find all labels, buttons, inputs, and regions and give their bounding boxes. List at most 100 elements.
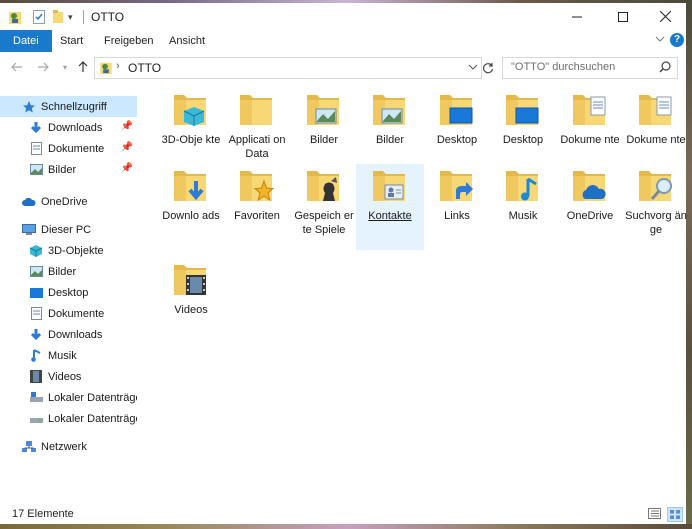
search-placeholder: "OTTO" durchsuchen (511, 61, 616, 73)
item-count: 17 Elemente (12, 508, 74, 520)
up-button[interactable] (74, 58, 92, 76)
expand-ribbon-chevron-icon[interactable] (655, 34, 665, 46)
folder-item[interactable]: OneDrive (557, 165, 623, 249)
sidebar-item-local-disk-1[interactable]: Lokaler Datenträger (0, 387, 137, 408)
sidebar-item-desktop[interactable]: Desktop (0, 282, 137, 303)
documents-folder-icon (573, 95, 606, 125)
close-button[interactable] (642, 3, 688, 30)
sidebar-label: Dieser PC (41, 223, 92, 236)
folder-item[interactable]: Applicati on Data (224, 89, 290, 173)
folder-label: Favoriten (234, 210, 280, 222)
desktop-background-bottom (0, 524, 692, 529)
folder-item[interactable]: Links (424, 165, 490, 249)
folder-item[interactable]: Videos (158, 259, 224, 343)
folder-item[interactable]: Desktop (424, 89, 490, 173)
sidebar-item-music[interactable]: Musik (0, 345, 137, 366)
breadcrumb-current[interactable]: OTTO (128, 61, 161, 75)
folder-label: Applicati on Data (228, 134, 286, 160)
search-input[interactable]: "OTTO" durchsuchen (502, 57, 678, 79)
user-folder-icon (99, 60, 113, 78)
contacts-folder-icon (373, 171, 405, 201)
minimize-icon (572, 16, 582, 17)
sidebar-item-pictures-quick[interactable]: Bilder 📌 (0, 159, 137, 180)
folder-item[interactable]: 3D-Obje kte (158, 89, 224, 173)
refresh-button[interactable] (482, 62, 494, 77)
pin-icon[interactable]: 📌 (121, 163, 133, 174)
sidebar-item-local-disk-2[interactable]: Lokaler Datenträger (0, 408, 137, 429)
title-divider (83, 10, 84, 24)
favorites-folder-icon (240, 171, 274, 202)
customize-quick-access-chevron-icon[interactable]: ▾ (68, 9, 73, 25)
folder-item[interactable]: Musik (490, 165, 556, 249)
sidebar-item-this-pc[interactable]: Dieser PC (0, 219, 137, 240)
folder-label: Downlo ads (162, 210, 220, 222)
pin-icon[interactable]: 📌 (121, 121, 133, 132)
sidebar-item-network[interactable]: Netzwerk (0, 436, 137, 457)
folder-label: Suchvorg änge (625, 210, 687, 236)
sidebar-item-downloads[interactable]: Downloads (0, 324, 137, 345)
folder-label: Kontakte (368, 210, 412, 222)
sidebar-item-onedrive[interactable]: OneDrive (0, 191, 137, 212)
sidebar-item-downloads-quick[interactable]: Downloads 📌 (0, 117, 137, 138)
address-bar[interactable]: › OTTO (94, 57, 482, 79)
searches-folder-icon (639, 171, 672, 201)
folder-item[interactable]: Desktop (490, 89, 556, 173)
new-folder-icon[interactable] (53, 9, 65, 25)
tab-freigeben[interactable]: Freigeben (92, 30, 166, 52)
address-dropdown-chevron-icon[interactable] (468, 62, 478, 74)
film-icon (29, 370, 43, 384)
desktop-folder-icon (440, 95, 473, 125)
tab-datei[interactable]: Datei (0, 30, 52, 52)
music-note-icon (29, 349, 43, 363)
saved-games-folder-icon (307, 171, 339, 201)
tab-ansicht[interactable]: Ansicht (157, 30, 217, 52)
folder-item[interactable]: Dokume nte (623, 89, 689, 173)
download-arrow-icon (29, 121, 43, 135)
minimize-button[interactable] (554, 3, 600, 30)
back-button[interactable] (8, 58, 26, 76)
explorer-app-icon[interactable] (8, 9, 22, 25)
close-icon (659, 11, 671, 22)
sidebar-label: Downloads (48, 328, 103, 341)
title-bar: ▾ OTTO (0, 3, 686, 30)
forward-button[interactable] (34, 58, 52, 76)
sidebar-item-documents-quick[interactable]: Dokumente 📌 (0, 138, 137, 159)
cube-icon (29, 244, 43, 258)
network-icon (22, 440, 36, 454)
links-folder-icon (440, 171, 473, 201)
desktop-icon (29, 286, 43, 300)
folder-item[interactable]: Dokume nte (557, 89, 623, 173)
forward-arrow-icon (38, 62, 49, 72)
breadcrumb-separator-icon[interactable]: › (116, 60, 120, 72)
details-view-icon[interactable] (648, 508, 661, 522)
folder-icon (240, 95, 272, 125)
sidebar-item-videos[interactable]: Videos (0, 366, 137, 387)
folder-label: Dokume nte (626, 134, 686, 146)
folder-item[interactable]: Bilder (291, 89, 357, 173)
sidebar-label: Videos (48, 370, 82, 383)
properties-icon[interactable] (33, 9, 45, 25)
folder-item[interactable]: Kontakte (356, 164, 424, 250)
maximize-button[interactable] (600, 3, 646, 30)
folder-item[interactable]: Suchvorg änge (623, 165, 689, 249)
folder-item[interactable]: Favoriten (224, 165, 290, 249)
sidebar-label: Netzwerk (41, 440, 87, 453)
sidebar-item-documents[interactable]: Dokumente (0, 303, 137, 324)
sidebar-label: Lokaler Datenträger (48, 412, 137, 425)
download-arrow-icon (29, 328, 43, 342)
sidebar-item-pictures[interactable]: Bilder (0, 261, 137, 282)
folder-item[interactable]: Downlo ads (158, 165, 224, 249)
help-icon[interactable]: ? (670, 33, 684, 47)
recent-locations-chevron-icon[interactable]: ▾ (56, 58, 74, 76)
folder-item[interactable]: Gespeich erte Spiele (291, 165, 357, 249)
search-icon[interactable] (659, 61, 671, 76)
tab-start[interactable]: Start (48, 30, 95, 52)
pin-icon[interactable]: 📌 (121, 142, 133, 153)
sidebar-label: Downloads (48, 121, 103, 134)
sidebar-item-3d-objects[interactable]: 3D-Objekte (0, 240, 137, 261)
cloud-icon (22, 195, 36, 209)
sidebar-item-quick-access[interactable]: Schnellzugriff (0, 96, 137, 117)
folder-item[interactable]: Bilder (357, 89, 423, 173)
large-icons-view-icon[interactable] (667, 507, 683, 522)
document-icon (29, 307, 43, 321)
